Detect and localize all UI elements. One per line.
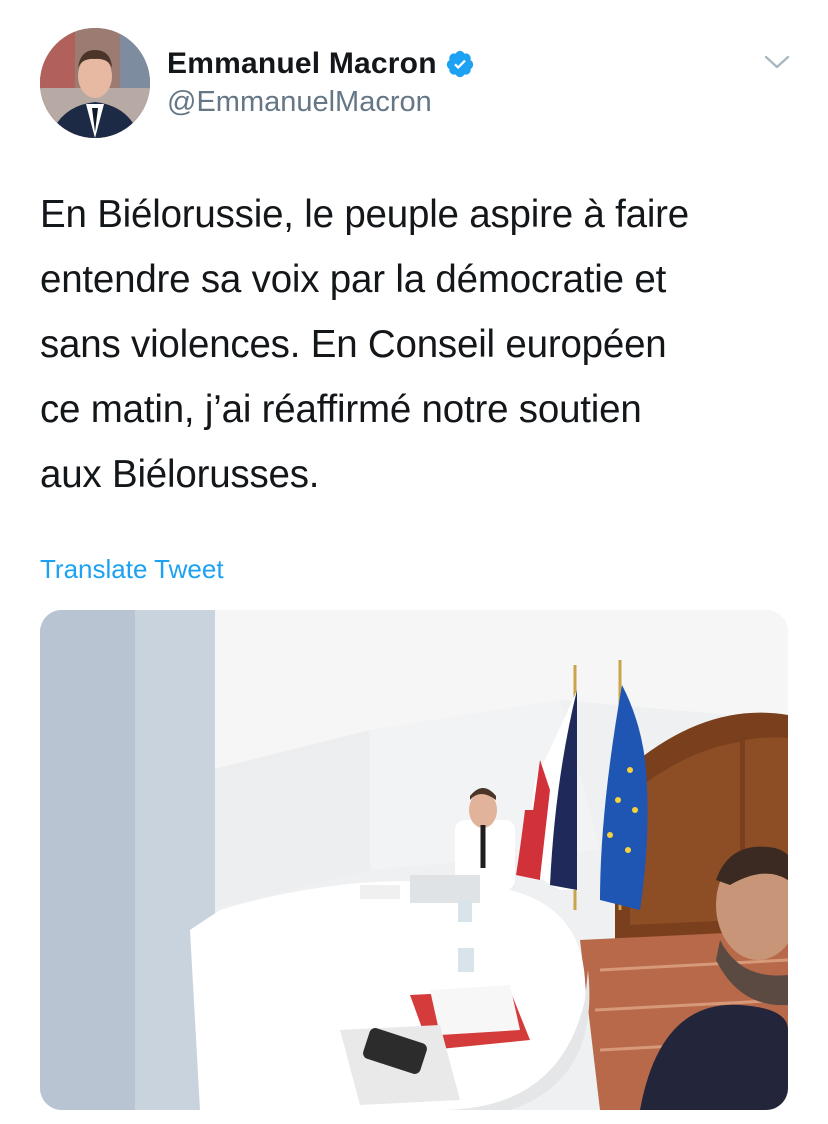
author-name-row[interactable]: Emmanuel Macron <box>167 44 475 84</box>
tweet: Emmanuel Macron @EmmanuelMacron En Biélo… <box>0 0 828 1124</box>
chevron-down-icon[interactable] <box>762 50 792 74</box>
tweet-text: En Biélorussie, le peuple aspire à faire… <box>40 193 690 496</box>
author-handle[interactable]: @EmmanuelMacron <box>167 86 432 119</box>
author-name[interactable]: Emmanuel Macron <box>167 47 437 81</box>
tweet-media-photo[interactable] <box>40 610 788 1110</box>
avatar[interactable] <box>40 28 150 138</box>
translate-tweet-link[interactable]: Translate Tweet <box>40 554 224 585</box>
verified-badge-icon <box>446 50 473 78</box>
